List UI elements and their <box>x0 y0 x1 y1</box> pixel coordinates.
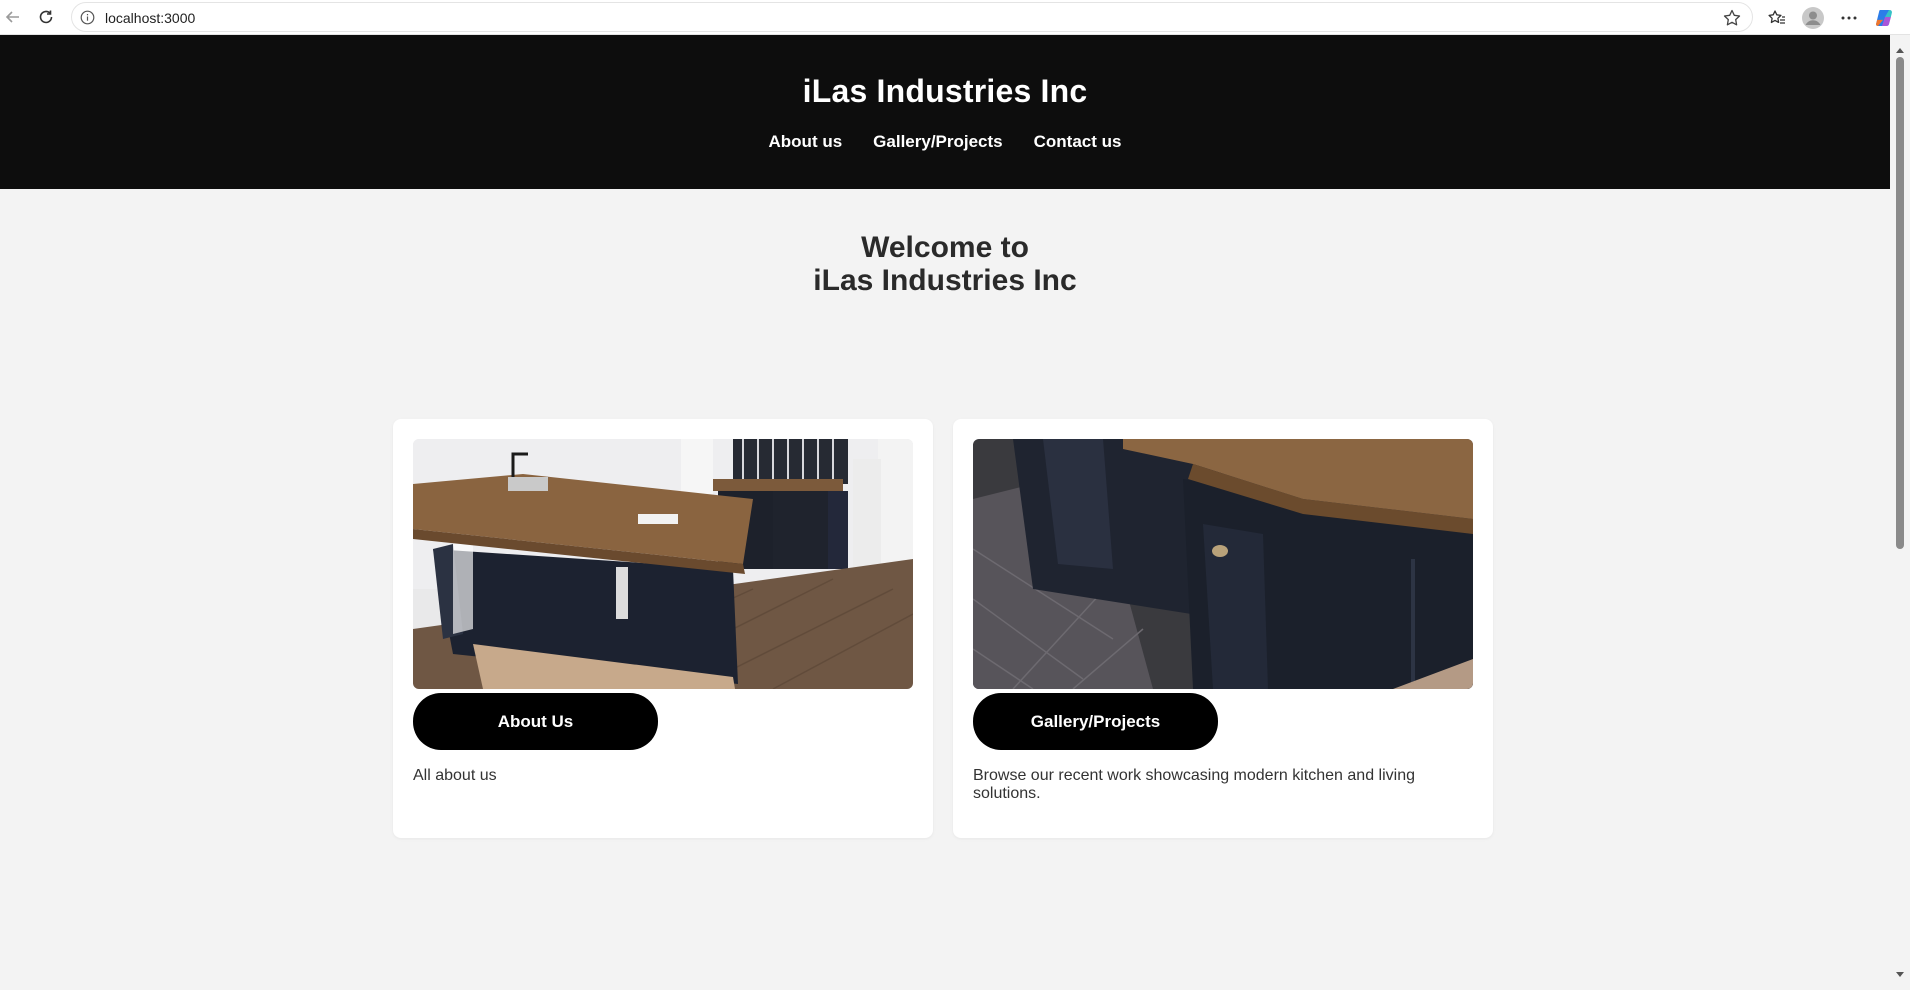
profile-avatar-icon[interactable] <box>1799 4 1827 32</box>
about-card-description: All about us <box>413 767 497 784</box>
card-grid: About Us All about us Gallery/Projects B… <box>393 419 1493 838</box>
site-title: iLas Industries Inc <box>802 73 1088 109</box>
site-info-icon[interactable] <box>80 10 95 25</box>
kitchen-island-photo <box>413 439 913 689</box>
gallery-card: Gallery/Projects Browse our recent work … <box>953 419 1493 838</box>
about-us-button[interactable]: About Us <box>413 693 658 750</box>
gallery-card-description: Browse our recent work showcasing modern… <box>973 767 1415 802</box>
welcome-line-2: iLas Industries Inc <box>813 264 1077 297</box>
nav-contact-us[interactable]: Contact us <box>1034 132 1122 152</box>
welcome-line-1: Welcome to <box>861 231 1029 264</box>
site-nav: About us Gallery/Projects Contact us <box>0 132 1890 152</box>
nav-about-us[interactable]: About us <box>769 132 843 152</box>
more-menu-icon[interactable] <box>1835 4 1863 32</box>
favorites-icon[interactable] <box>1763 4 1791 32</box>
page-scrollbar[interactable] <box>1890 35 1910 990</box>
reload-icon[interactable] <box>33 4 59 30</box>
nav-gallery-projects[interactable]: Gallery/Projects <box>873 132 1002 152</box>
site-header: iLas Industries Inc About us Gallery/Pro… <box>0 35 1890 189</box>
scroll-down-arrow-icon[interactable] <box>1895 966 1905 984</box>
about-card: About Us All about us <box>393 419 933 838</box>
url-text[interactable]: localhost:3000 <box>105 10 195 26</box>
browser-toolbar: localhost:3000 <box>0 0 1910 35</box>
welcome-heading: Welcome to iLas Industries Inc <box>0 231 1890 297</box>
scrollbar-thumb[interactable] <box>1896 57 1904 549</box>
favorite-star-icon[interactable] <box>1722 8 1742 28</box>
back-icon[interactable] <box>0 4 26 30</box>
copilot-icon[interactable] <box>1871 4 1899 32</box>
countertop-corner-photo <box>973 439 1473 689</box>
page-content: iLas Industries Inc About us Gallery/Pro… <box>0 35 1890 990</box>
address-bar[interactable]: localhost:3000 <box>71 2 1753 32</box>
gallery-projects-button[interactable]: Gallery/Projects <box>973 693 1218 750</box>
